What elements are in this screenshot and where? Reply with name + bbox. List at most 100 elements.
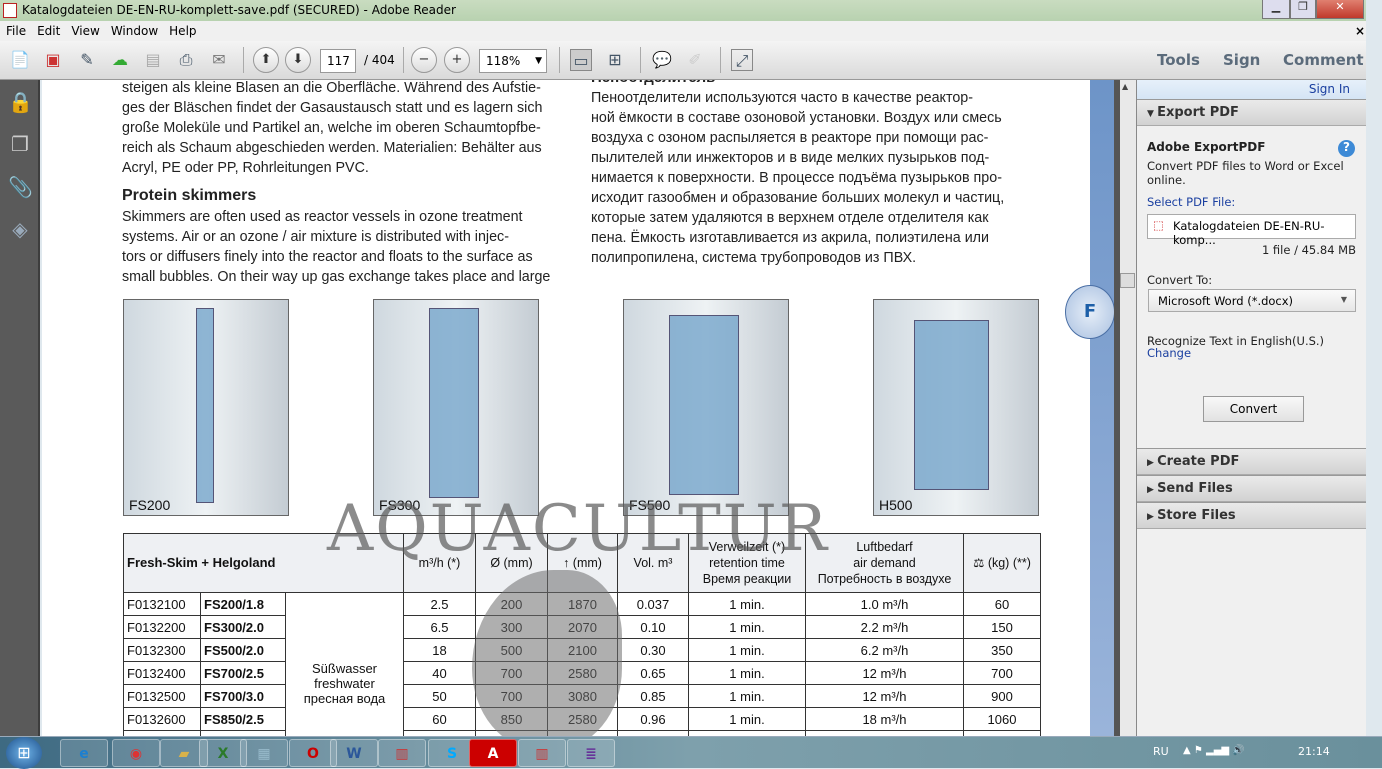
- table-cell: 1 min.: [688, 661, 806, 685]
- table-cell: 1.0 m³/h: [805, 592, 964, 616]
- adobe-reader-taskbar-icon[interactable]: A: [469, 739, 517, 767]
- weight-icon: ⚖: [973, 556, 988, 570]
- menu-view[interactable]: View: [65, 21, 104, 38]
- convert-to-label: Convert To:: [1147, 273, 1213, 287]
- table-cell: 1060: [963, 707, 1041, 731]
- app-taskbar-icon[interactable]: ▥: [378, 739, 426, 767]
- email-icon[interactable]: ✉: [208, 49, 230, 71]
- file-info: 1 file / 45.84 MB: [1261, 243, 1356, 257]
- table-cell: 40: [403, 661, 476, 685]
- table-cell: F0132500: [123, 684, 201, 708]
- help-icon[interactable]: ?: [1338, 140, 1355, 157]
- scroll-thumb[interactable]: [1120, 273, 1135, 288]
- close-window-button[interactable]: ✕: [1316, 0, 1364, 19]
- attachment-icon[interactable]: 📎: [8, 175, 33, 199]
- send-files-header[interactable]: ▶ Send Files: [1137, 475, 1366, 502]
- table-cell: FS500/2.0: [200, 638, 286, 662]
- table-cell: 2.2 m³/h: [805, 615, 964, 639]
- table-cell: FS850/2.5: [200, 707, 286, 731]
- create-pdf-header[interactable]: ▶ Create PDF: [1137, 448, 1366, 475]
- export-pdf-header[interactable]: ▼ Export PDF: [1137, 99, 1366, 126]
- create-pdf-icon[interactable]: ▣: [42, 49, 64, 71]
- zoom-out-button[interactable]: −: [411, 47, 437, 73]
- table-cell: 900: [963, 684, 1041, 708]
- word-taskbar-icon[interactable]: W: [330, 739, 378, 767]
- vertical-scrollbar[interactable]: ▲: [1114, 80, 1136, 736]
- tools-tab[interactable]: Tools: [1157, 51, 1200, 69]
- table-cell: F0132600: [123, 707, 201, 731]
- toolbar: 📄 ▣ ✎ ☁ ▤ ⎙ ✉ ⬆ ⬇ 117 / 404 − + 118% ▼ ▭ …: [0, 41, 1366, 80]
- full-screen-icon[interactable]: ⤢: [731, 49, 753, 71]
- table-cell: F0132200: [123, 615, 201, 639]
- pdf-file-icon: ⬚: [1153, 218, 1164, 232]
- page-number-input[interactable]: 117: [320, 49, 356, 73]
- table-cell: 12 m³/h: [805, 661, 964, 685]
- chevron-down-icon: ▼: [535, 56, 542, 66]
- sign-in-link[interactable]: Sign In: [1309, 82, 1350, 96]
- chrome-taskbar-icon[interactable]: ◉: [112, 739, 160, 767]
- menu-edit[interactable]: Edit: [31, 21, 65, 38]
- layers-icon[interactable]: ◈: [8, 217, 32, 241]
- winrar-taskbar-icon[interactable]: ≣: [567, 739, 615, 767]
- header-air-demand: Luftbedarf air demand Потребность в воздух…: [805, 533, 964, 593]
- fit-width-icon[interactable]: ▭: [570, 49, 592, 71]
- table-cell: 1 min.: [688, 615, 806, 639]
- table-cell: 6.5: [403, 615, 476, 639]
- save-icon[interactable]: ▤: [142, 49, 164, 71]
- sign-tab[interactable]: Sign: [1223, 51, 1260, 69]
- print-icon[interactable]: ⎙: [175, 49, 197, 71]
- restore-button[interactable]: ❐: [1290, 0, 1316, 19]
- comment-tab[interactable]: Comment: [1283, 51, 1364, 69]
- table-cell: 60: [963, 592, 1041, 616]
- start-button[interactable]: ⊞: [6, 737, 42, 769]
- menu-file[interactable]: File: [0, 21, 31, 38]
- open-icon[interactable]: 📄: [9, 49, 31, 71]
- selected-file[interactable]: ⬚ Katalogdateien DE-EN-RU-komp...: [1147, 214, 1356, 247]
- close-document-button[interactable]: ×: [1349, 21, 1370, 38]
- next-page-button[interactable]: ⬇: [285, 47, 311, 73]
- zoom-select[interactable]: 118% ▼: [479, 49, 547, 73]
- table-cell: 1 min.: [688, 684, 806, 708]
- russian-paragraph: Пеноотделители используются часто в каче…: [591, 90, 1005, 266]
- calculator-taskbar-icon[interactable]: ▦: [240, 739, 288, 767]
- table-cell: F0132100: [123, 592, 201, 616]
- lock-icon[interactable]: 🔒: [8, 90, 33, 114]
- navigation-pane: 🔒 ❐ 📎 ◈: [0, 80, 40, 736]
- adobe-exportpdf-title: Adobe ExportPDF: [1147, 140, 1266, 154]
- page-edge-tab: F: [1065, 80, 1115, 736]
- ie-taskbar-icon[interactable]: e: [60, 739, 108, 767]
- product-photo-fs200: FS200: [123, 299, 289, 516]
- zoom-in-button[interactable]: +: [444, 47, 470, 73]
- clock[interactable]: 21:14: [1298, 745, 1330, 758]
- upload-cloud-icon[interactable]: ☁: [109, 49, 131, 71]
- export-desc: Convert PDF files to Word or Excel: [1147, 159, 1344, 173]
- chevron-down-icon: ▼: [1340, 295, 1347, 304]
- pages-icon[interactable]: ❐: [8, 132, 32, 156]
- app2-taskbar-icon[interactable]: ▥: [518, 739, 566, 767]
- scroll-up-icon[interactable]: ▲: [1122, 82, 1128, 91]
- edit-icon[interactable]: ✎: [76, 49, 98, 71]
- menu-window[interactable]: Window: [105, 21, 163, 38]
- language-indicator[interactable]: RU: [1153, 745, 1169, 758]
- table-cell: 0.10: [617, 615, 689, 639]
- menu-help[interactable]: Help: [163, 21, 201, 38]
- select-file-label: Select PDF File:: [1147, 195, 1236, 209]
- table-cell: 700: [963, 661, 1041, 685]
- table-cell: 0.037: [617, 592, 689, 616]
- highlight-icon[interactable]: ✐: [684, 49, 706, 71]
- table-cell: 1 min.: [688, 592, 806, 616]
- previous-page-button[interactable]: ⬆: [253, 47, 279, 73]
- table-cell: 1 min.: [688, 638, 806, 662]
- section-tab-f: F: [1065, 285, 1115, 339]
- comment-bubble-icon[interactable]: 💬: [651, 49, 673, 71]
- fit-page-icon[interactable]: ⊞: [604, 49, 626, 71]
- minimize-button[interactable]: ▁: [1262, 0, 1290, 19]
- convert-button[interactable]: Convert: [1203, 396, 1304, 422]
- store-files-header[interactable]: ▶ Store Files: [1137, 502, 1366, 529]
- format-select[interactable]: Microsoft Word (*.docx) ▼: [1148, 289, 1356, 312]
- tray-icons[interactable]: ▲ ⚑ ▂▄▆ 🔊: [1183, 745, 1245, 756]
- table-cell: 12 m³/h: [805, 684, 964, 708]
- change-language-link[interactable]: Change: [1147, 346, 1191, 360]
- russian-heading: Пеноотделитель: [591, 80, 715, 88]
- table-cell: 50: [403, 684, 476, 708]
